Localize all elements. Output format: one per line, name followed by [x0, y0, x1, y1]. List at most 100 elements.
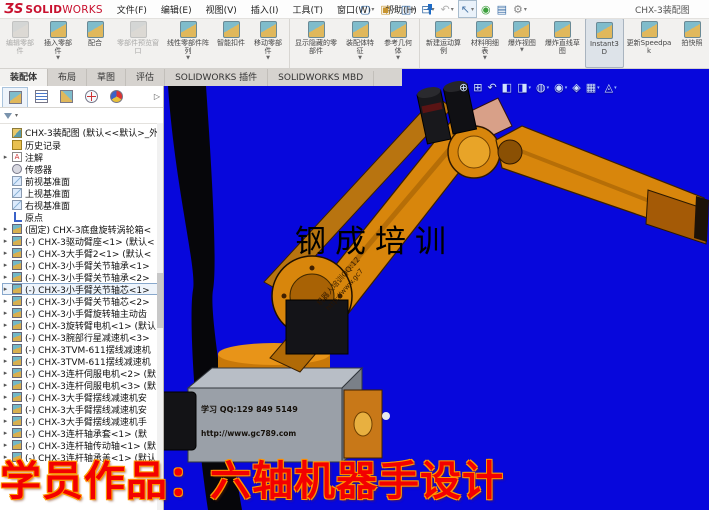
expand-arrow-icon[interactable]: ▸: [2, 249, 9, 257]
robot-model[interactable]: 机器人培训QQ:12 http://www.gc7 学习 QQ:129 849 …: [163, 68, 709, 510]
apply-scene-button[interactable]: ▦ ▾: [586, 81, 600, 94]
tree-item[interactable]: ▸ 传感器: [2, 163, 163, 175]
menu-item[interactable]: 视图(V): [200, 1, 243, 18]
displaymanager-tab[interactable]: [104, 87, 128, 106]
tree-item[interactable]: ▸ (-) CHX-3驱动臂座<1> (默认<: [2, 235, 163, 247]
expand-arrow-icon[interactable]: ▸: [2, 153, 9, 161]
tree-item[interactable]: ▸ (-) CHX-3大手臂摆线减速机安: [2, 403, 163, 415]
menu-item[interactable]: 工具(T): [287, 1, 330, 18]
component-preview-button[interactable]: 零部件预览窗口 ▼: [113, 18, 163, 68]
new-motion-study-button[interactable]: 新建运动算例 ▼: [421, 18, 466, 68]
filter-icon[interactable]: [4, 113, 12, 119]
new-document-button[interactable]: ▢ ▾: [358, 1, 376, 17]
configurationmanager-tab[interactable]: [54, 87, 78, 106]
view-orientation-button[interactable]: ◨ ▾: [517, 81, 531, 94]
tree-item[interactable]: ▸ (固定) CHX-3底盘旋转涡轮箱<: [2, 223, 163, 235]
tree-item[interactable]: ▸ (-) CHX-3旋转臂电机<1> (默认: [2, 319, 163, 331]
dimxpert-tab[interactable]: [79, 87, 103, 106]
tab-evaluate[interactable]: 评估: [126, 68, 165, 86]
panel-scrollbar[interactable]: [157, 123, 163, 510]
hide-show-items-button[interactable]: ◉ ▾: [554, 81, 567, 94]
menu-item[interactable]: 文件(F): [111, 1, 153, 18]
tree-item[interactable]: ▸ (-) CHX-3TVM-611摆线减速机: [2, 355, 163, 367]
show-hidden-components-button[interactable]: 显示隐藏的零部件 ▼: [291, 18, 341, 68]
expand-arrow-icon[interactable]: ▸: [2, 309, 9, 317]
tree-item[interactable]: ▸ (-) CHX-3连杆伺服电机<2> (默: [2, 367, 163, 379]
section-view-button[interactable]: ◧ ▾: [502, 81, 512, 94]
expand-arrow-icon[interactable]: ▸: [2, 333, 9, 341]
expand-arrow-icon[interactable]: ▸: [2, 369, 9, 377]
undo-button[interactable]: ↶ ▾: [439, 1, 456, 17]
expand-arrow-icon[interactable]: ▸: [2, 261, 9, 269]
tab-assembly[interactable]: 装配体: [0, 67, 48, 86]
exploded-view-button[interactable]: 爆炸视图 ▼: [504, 18, 540, 68]
graphics-viewport[interactable]: 机器人培训QQ:12 http://www.gc7 学习 QQ:129 849 …: [163, 68, 709, 510]
tree-root-item[interactable]: ▸ CHX-3装配图 (默认<<默认>_外观: [2, 126, 163, 139]
expand-arrow-icon[interactable]: ▸: [2, 357, 9, 365]
expand-arrow-icon[interactable]: ▸: [2, 285, 9, 293]
tree-item[interactable]: ▸ (-) CHX-3TVM-611摆线减速机: [2, 343, 163, 355]
edit-appearance-button[interactable]: ◈ ▾: [572, 81, 580, 94]
mate-button[interactable]: 配合 ▼: [77, 18, 113, 68]
previous-view-button[interactable]: ↶ ▾: [487, 81, 496, 94]
menu-item[interactable]: 插入(I): [245, 1, 285, 18]
tree-item[interactable]: ▸ (-) CHX-3腕部行星减速机<3>: [2, 331, 163, 343]
update-speedpak-button[interactable]: 更新Speedpak ▼: [624, 18, 674, 68]
tree-item[interactable]: ▸ (-) CHX-3连杆轴传动轴<1> (默: [2, 439, 163, 451]
explode-line-sketch-button[interactable]: 爆炸直线草图 ▼: [540, 18, 585, 68]
view-settings-button[interactable]: ◬ ▾: [605, 81, 617, 94]
print-button[interactable]: ⊟ ▾: [419, 1, 436, 17]
smart-fasteners-button[interactable]: 智能扣件 ▼: [213, 18, 249, 68]
assembly-features-button[interactable]: 装配体特征 ▼: [341, 18, 379, 68]
settings-gear-button[interactable]: ⚙ ▾: [511, 1, 529, 17]
expand-arrow-icon[interactable]: ▸: [2, 345, 9, 353]
tab-layout[interactable]: 布局: [48, 68, 87, 86]
panel-tabs-overflow-button[interactable]: ▷: [154, 92, 160, 101]
reference-geometry-button[interactable]: 参考几何体 ▼: [379, 18, 420, 68]
featuremanager-tab[interactable]: [2, 87, 28, 107]
expand-arrow-icon[interactable]: ▸: [2, 441, 9, 449]
tree-item[interactable]: ▸ (-) CHX-3连杆轴承套<1> (默: [2, 427, 163, 439]
tree-item[interactable]: ▸ (-) CHX-3连杆伺服电机<3> (默: [2, 379, 163, 391]
tree-item[interactable]: ▸ 右视基准面: [2, 199, 163, 211]
tab-sw-mbd[interactable]: SOLIDWORKS MBD: [268, 71, 374, 86]
move-component-button[interactable]: 移动零部件 ▼: [249, 18, 290, 68]
tree-item[interactable]: ▸ 原点: [2, 211, 163, 223]
expand-arrow-icon[interactable]: ▸: [2, 237, 9, 245]
display-style-button[interactable]: ◍ ▾: [536, 81, 549, 94]
instant3d-button[interactable]: Instant3D ▼: [585, 18, 624, 68]
filter-caret-icon[interactable]: ▾: [15, 112, 18, 119]
tree-item[interactable]: ▸ (-) CHX-3小手臂关节轴承<1>: [2, 259, 163, 271]
tab-sw-addins[interactable]: SOLIDWORKS 插件: [165, 68, 268, 86]
expand-arrow-icon[interactable]: ▸: [2, 225, 9, 233]
expand-arrow-icon[interactable]: ▸: [2, 405, 9, 413]
tree-item[interactable]: ▸ (-) CHX-3大手臂摆线减速机安: [2, 391, 163, 403]
select-cursor-button[interactable]: ↖ ▾: [458, 0, 477, 18]
zoom-to-area-button[interactable]: ⊞ ▾: [473, 81, 482, 94]
options-list-button[interactable]: ▤ ▾: [495, 1, 509, 17]
expand-arrow-icon[interactable]: ▸: [2, 429, 9, 437]
expand-arrow-icon[interactable]: ▸: [2, 321, 9, 329]
save-button[interactable]: ◫ ▾: [399, 1, 417, 17]
tree-item[interactable]: ▸ 历史记录: [2, 139, 163, 151]
expand-arrow-icon[interactable]: ▸: [2, 381, 9, 389]
tree-item[interactable]: ▸ 注解: [2, 151, 163, 163]
insert-component-button[interactable]: 插入零部件 ▼: [39, 18, 77, 68]
propertymanager-tab[interactable]: [29, 87, 53, 106]
tree-item[interactable]: ▸ (-) CHX-3大手臂摆线减速机手: [2, 415, 163, 427]
tree-item[interactable]: ▸ (-) CHX-3小手臂关节轴承<2>: [2, 271, 163, 283]
tree-item[interactable]: ▸ (-) CHX-3小手臂关节轴芯<2>: [2, 295, 163, 307]
take-snapshot-button[interactable]: 拍快照 ▼: [674, 18, 709, 68]
linear-component-pattern-button[interactable]: 线性零部件阵列 ▼: [163, 18, 213, 68]
tree-item[interactable]: ▸ 前视基准面: [2, 175, 163, 187]
tree-item[interactable]: ▸ (-) CHX-3小手臂旋转轴主动齿: [2, 307, 163, 319]
tree-item[interactable]: ▸ 上视基准面: [2, 187, 163, 199]
rebuild-button[interactable]: ◉ ▾: [479, 1, 493, 17]
expand-arrow-icon[interactable]: ▸: [2, 273, 9, 281]
menu-item[interactable]: 编辑(E): [155, 1, 198, 18]
tree-item[interactable]: ▸ (-) CHX-3大手臂2<1> (默认<: [2, 247, 163, 259]
expand-arrow-icon[interactable]: ▸: [2, 297, 9, 305]
zoom-to-fit-button[interactable]: ⊕ ▾: [459, 81, 468, 94]
expand-arrow-icon[interactable]: ▸: [2, 393, 9, 401]
bill-of-materials-button[interactable]: 材料明细表 ▼: [466, 18, 504, 68]
